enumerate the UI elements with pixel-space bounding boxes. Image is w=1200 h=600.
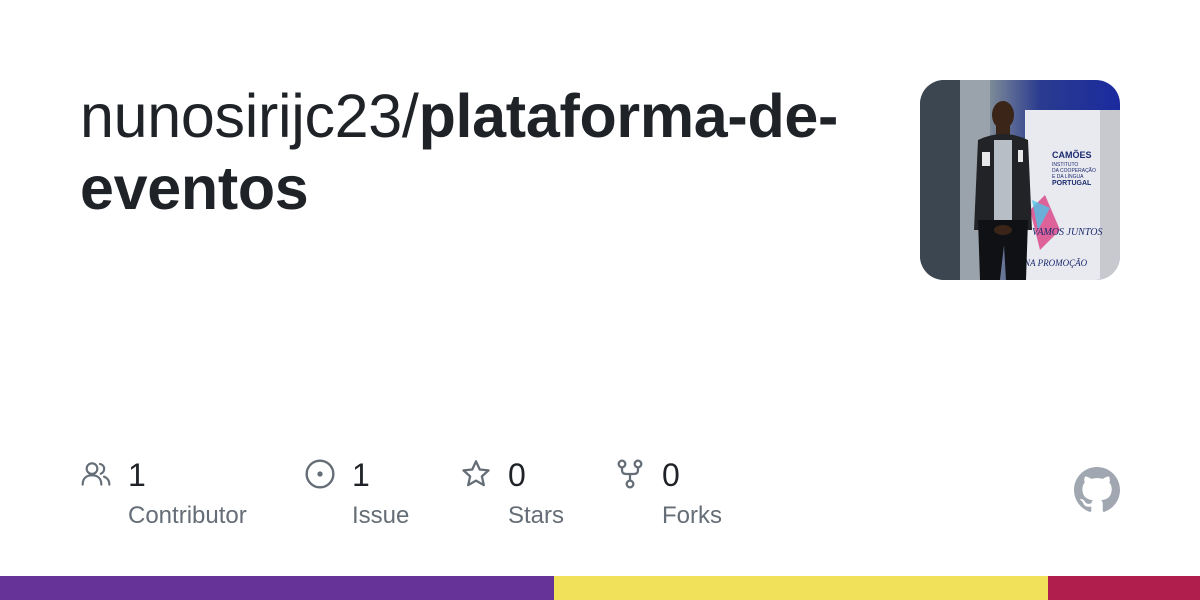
stars-label: Stars — [508, 502, 565, 529]
svg-text:NA PROMOÇÃO: NA PROMOÇÃO — [1023, 258, 1088, 268]
stars-count: 0 — [508, 457, 526, 493]
language-bar — [0, 576, 1200, 600]
language-bar-segment — [1047, 576, 1200, 600]
people-icon — [81, 462, 111, 486]
fork-icon — [617, 459, 643, 489]
avatar-banner-text: CAMÕES — [1052, 150, 1092, 160]
owner-avatar[interactable]: CAMÕES INSTITUTO DA COOPERAÇÃO E DA LÍNG… — [920, 80, 1120, 280]
repo-title: nunosirijc23/plataforma-de-eventos — [80, 80, 860, 224]
language-bar-segment — [554, 576, 1048, 600]
issues-label: Issue — [352, 502, 410, 529]
avatar-photo: CAMÕES INSTITUTO DA COOPERAÇÃO E DA LÍNG… — [920, 80, 1120, 280]
issue-icon — [305, 459, 335, 489]
github-logo-icon[interactable] — [1074, 467, 1120, 513]
contributors-count: 1 — [128, 457, 146, 493]
svg-text:PORTUGAL: PORTUGAL — [1052, 180, 1092, 187]
svg-text:DA COOPERAÇÃO: DA COOPERAÇÃO — [1052, 167, 1096, 174]
language-bar-segment — [0, 576, 555, 600]
repo-stats: 1 Contributor 1 Issue 0 Stars 0 Forks — [0, 456, 1200, 536]
issues-count: 1 — [352, 457, 370, 493]
contributors-label: Contributor — [128, 502, 247, 529]
svg-text:VAMOS JUNTOS: VAMOS JUNTOS — [1032, 227, 1102, 238]
forks-label: Forks — [662, 502, 722, 529]
star-icon — [462, 460, 490, 487]
repo-owner[interactable]: nunosirijc23/ — [80, 82, 419, 150]
svg-text:E DA LÍNGUA: E DA LÍNGUA — [1052, 173, 1084, 180]
forks-count: 0 — [662, 457, 680, 493]
